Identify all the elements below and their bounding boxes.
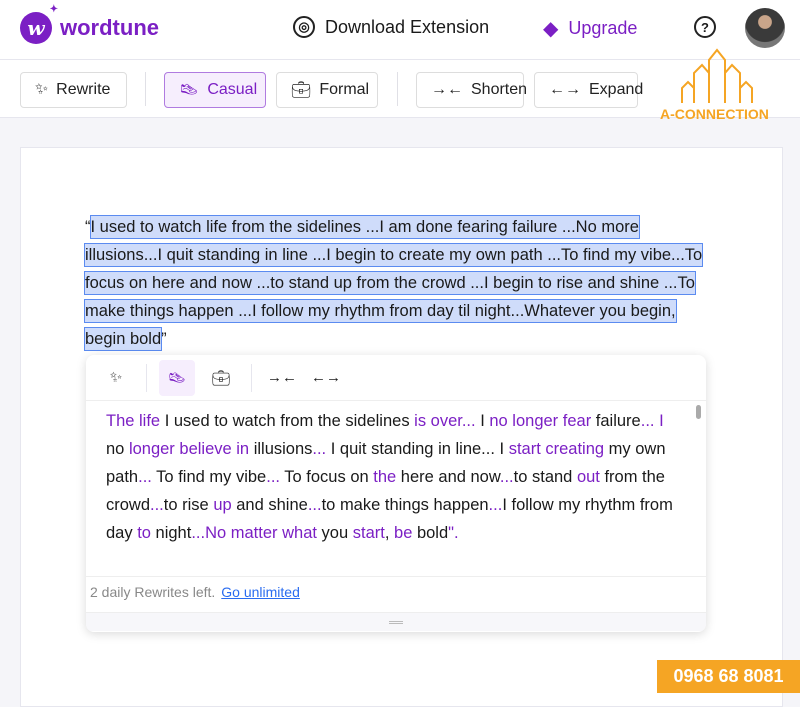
watermark-text: A-CONNECTION — [660, 106, 769, 122]
changed-segment: ... — [150, 496, 164, 514]
formal-label: Formal — [319, 81, 370, 98]
changed-segment: ... — [488, 496, 503, 514]
expand-button[interactable]: ←→ Expand — [534, 72, 643, 108]
download-extension-link[interactable]: ◎ Download Extension — [293, 16, 489, 38]
changed-segment: ...No matter what — [191, 524, 317, 542]
popup-toolbar: ✨︎ 👟︎ 💼︎ →← ←→ — [86, 355, 706, 401]
divider — [145, 72, 146, 106]
go-unlimited-link[interactable]: Go unlimited — [221, 584, 300, 600]
rewrites-left: 2 daily Rewrites left. — [90, 584, 216, 600]
help-button[interactable]: ? — [694, 16, 716, 38]
selected-text[interactable]: I used to watch life from the sidelines … — [83, 215, 704, 351]
unchanged-segment: no — [106, 440, 129, 458]
changed-segment: ... — [266, 468, 280, 486]
popup-shorten-button[interactable]: →← — [264, 360, 300, 396]
unchanged-segment: to rise — [163, 496, 214, 514]
changed-segment: start — [352, 524, 385, 542]
chrome-icon: ◎ — [293, 16, 315, 38]
popup-casual-button[interactable]: 👟︎ — [159, 359, 195, 396]
changed-segment: start creating — [508, 440, 605, 458]
question-circle-icon: ? — [694, 16, 716, 38]
building-icon — [681, 48, 754, 103]
upgrade-link[interactable]: ◆ Upgrade — [543, 16, 637, 41]
avatar[interactable] — [745, 8, 785, 48]
unchanged-segment: illusions — [249, 440, 313, 458]
diamond-icon: ◆ — [543, 18, 559, 40]
briefcase-icon: 💼︎ — [211, 369, 231, 387]
sparkle-icon: ✨︎ — [109, 369, 123, 386]
unchanged-segment: bold — [412, 524, 449, 542]
expand-icon: ←→ — [311, 369, 341, 386]
unchanged-segment: I — [475, 412, 490, 430]
popup-expand-button[interactable]: ←→ — [308, 360, 344, 396]
changed-segment: out — [576, 468, 600, 486]
changed-segment: no longer fear — [489, 412, 592, 430]
changed-segment: is over... — [414, 412, 476, 430]
changed-segment: ... — [312, 440, 327, 458]
resize-handle[interactable] — [86, 613, 706, 631]
expand-label: Expand — [589, 81, 644, 98]
changed-segment: ... — [640, 412, 655, 430]
changed-segment: I — [659, 412, 664, 430]
popup-rewrite-button[interactable]: ✨︎ — [98, 360, 134, 396]
suggestion-text[interactable]: The life I used to watch from the sideli… — [86, 401, 706, 577]
scrollbar[interactable] — [696, 405, 701, 419]
sneaker-icon: 👟︎ — [179, 82, 200, 99]
unchanged-segment: to stand — [513, 468, 577, 486]
shorten-icon: →← — [267, 369, 297, 386]
grip-icon — [389, 620, 403, 624]
unchanged-segment: I quit standing in line... I — [326, 440, 509, 458]
wordtune-logo[interactable]: w wordtune — [20, 4, 159, 44]
sneaker-icon: 👟︎ — [167, 369, 187, 387]
changed-segment: longer believe in — [128, 440, 250, 458]
changed-segment: ... — [499, 468, 514, 486]
unchanged-segment: here and now — [396, 468, 500, 486]
formal-button[interactable]: 💼︎ Formal — [276, 72, 378, 108]
phone-watermark: 0968 68 8081 — [657, 660, 800, 693]
unchanged-segment: and shine — [231, 496, 308, 514]
rewrite-label: Rewrite — [56, 81, 111, 98]
rewrite-button[interactable]: ✨︎ Rewrite — [20, 72, 127, 108]
shorten-icon: →← — [431, 81, 463, 98]
divider — [397, 72, 398, 106]
unchanged-segment: to make things happen — [321, 496, 489, 514]
unchanged-segment: , — [384, 524, 395, 542]
unchanged-segment: night — [150, 524, 192, 542]
close-quote: ” — [161, 330, 167, 348]
changed-segment: ". — [448, 524, 459, 542]
unchanged-segment: you — [316, 524, 353, 542]
open-quote: “ — [85, 218, 91, 236]
unchanged-segment: To focus on — [280, 468, 374, 486]
changed-segment: ... — [307, 496, 322, 514]
logo-icon: w — [20, 4, 58, 44]
changed-segment: to — [137, 524, 151, 542]
popup-formal-button[interactable]: 💼︎ — [203, 360, 239, 396]
download-label: Download Extension — [325, 16, 490, 37]
expand-icon: ←→ — [549, 81, 581, 98]
popup-footer: 2 daily Rewrites left. Go unlimited — [86, 577, 706, 613]
casual-label: Casual — [207, 81, 258, 98]
watermark-logo: A-CONNECTION — [660, 48, 769, 122]
divider — [146, 363, 147, 392]
changed-segment: up — [213, 496, 232, 514]
briefcase-icon: 💼︎ — [291, 82, 312, 99]
unchanged-segment: To find my vibe — [151, 468, 267, 486]
changed-segment: ... — [138, 468, 152, 486]
changed-segment: The life — [106, 412, 161, 430]
changed-segment: the — [373, 468, 397, 486]
upgrade-label: Upgrade — [568, 18, 638, 38]
rewrite-popup: ✨︎ 👟︎ 💼︎ →← ←→ The life I used to watch … — [86, 355, 706, 632]
unchanged-segment: failure — [591, 412, 641, 430]
changed-segment: be — [394, 524, 413, 542]
shorten-button[interactable]: →← Shorten — [416, 72, 528, 108]
logo-text: wordtune — [60, 15, 159, 40]
editor-text[interactable]: “I used to watch life from the sidelines… — [83, 213, 710, 353]
shorten-label: Shorten — [471, 81, 528, 98]
sparkle-icon: ✨︎ — [35, 81, 49, 98]
divider — [251, 363, 252, 392]
unchanged-segment: I used to watch from the sidelines — [160, 412, 415, 430]
casual-button[interactable]: 👟︎ Casual — [164, 72, 266, 108]
